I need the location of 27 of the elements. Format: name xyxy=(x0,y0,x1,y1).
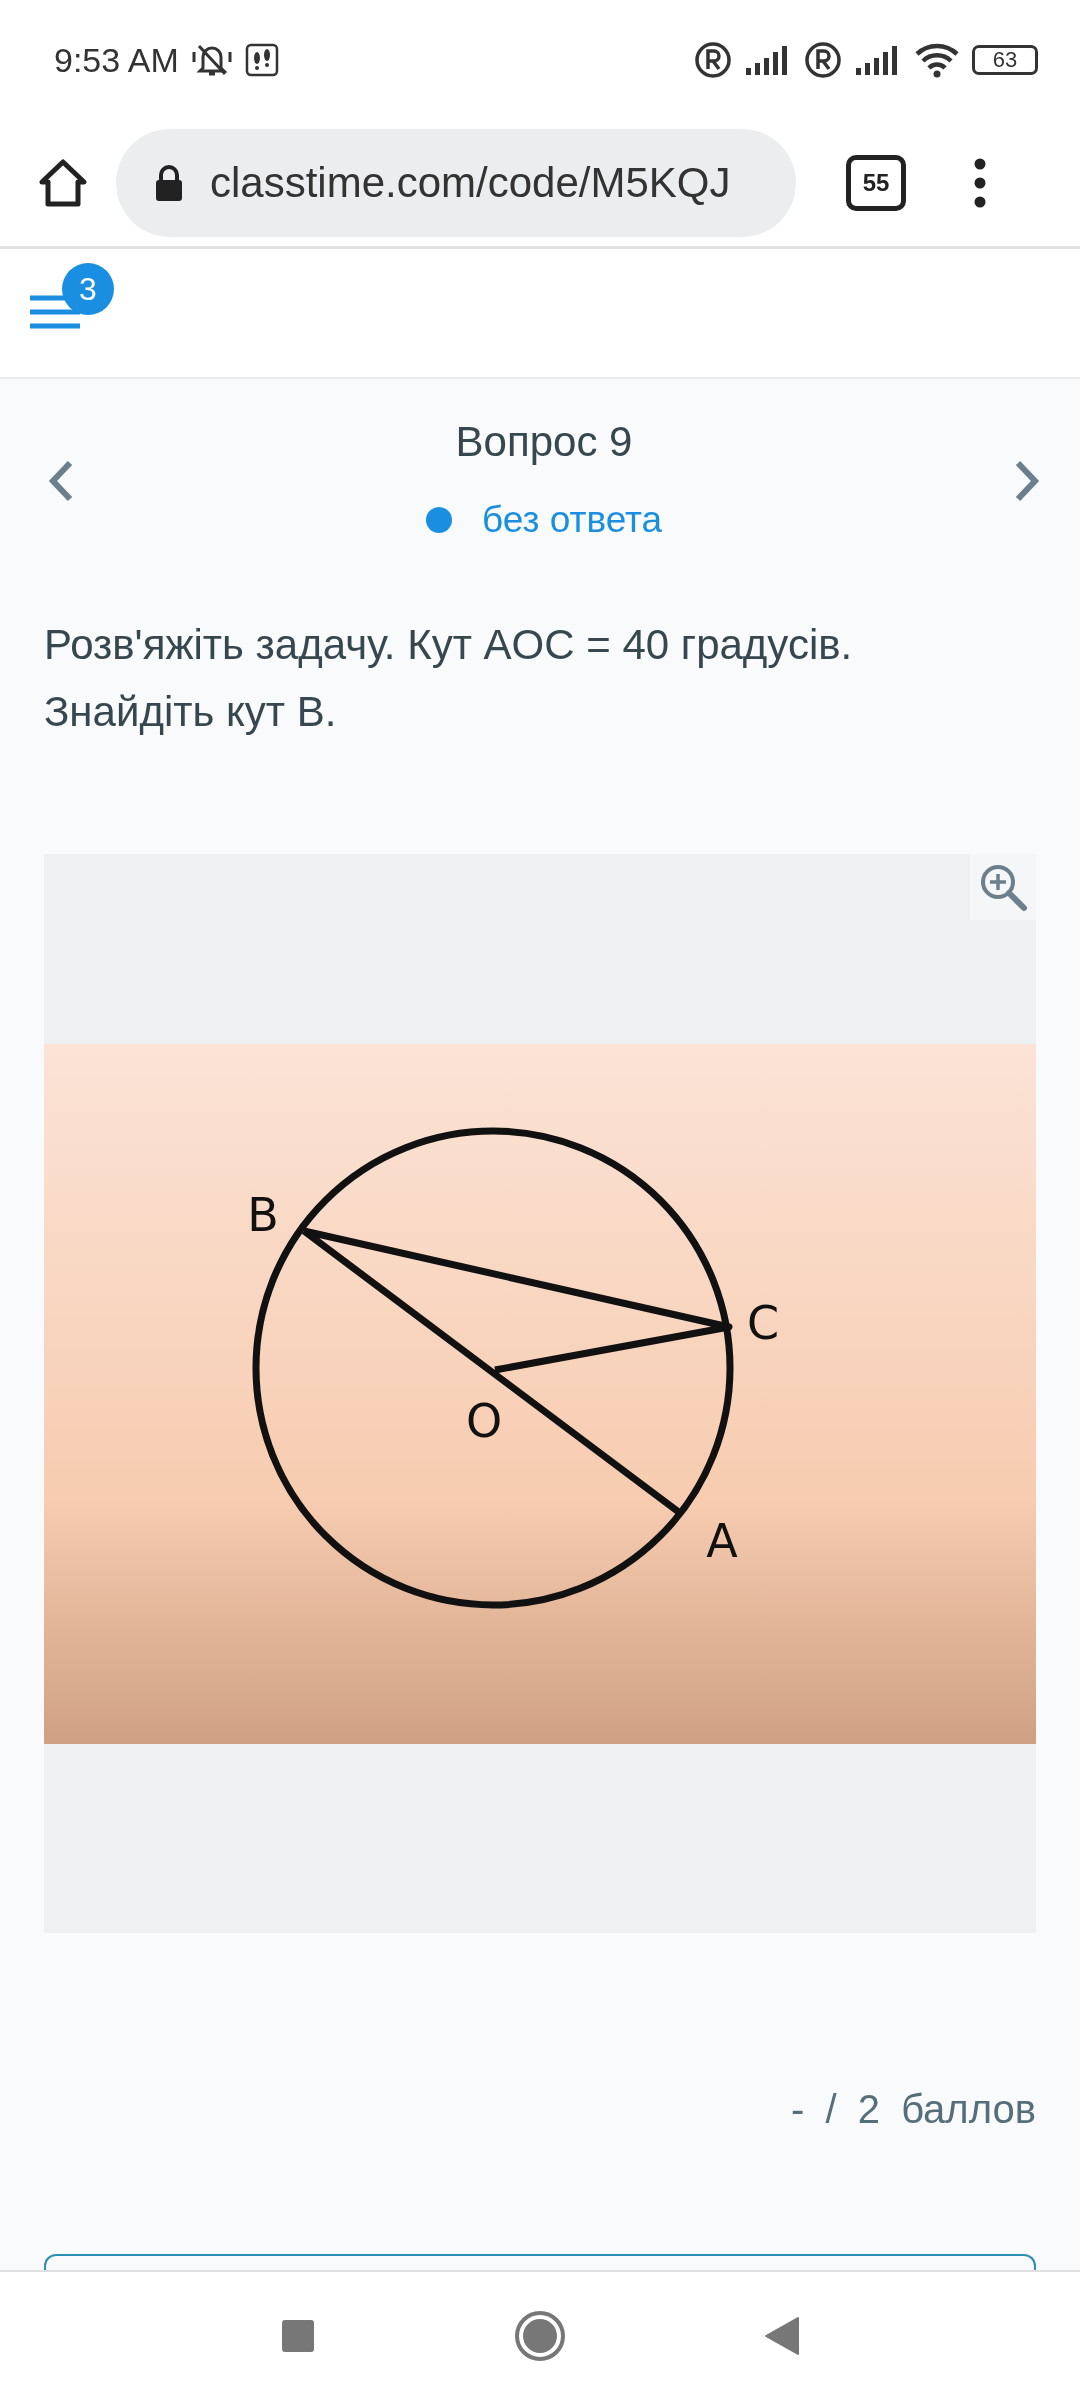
footprints-icon xyxy=(244,43,279,77)
points-score: - / 2 баллов xyxy=(791,2086,1036,2133)
home-icon[interactable] xyxy=(38,158,88,208)
menu-icon[interactable] xyxy=(30,294,80,330)
more-options-icon[interactable] xyxy=(974,158,986,208)
zoom-in-icon xyxy=(978,862,1028,912)
lock-icon xyxy=(154,163,184,203)
question-title: Вопрос 9 xyxy=(455,417,633,467)
answer-status: без ответа xyxy=(481,499,663,541)
roaming-icon xyxy=(804,41,842,79)
battery-level: 63 xyxy=(992,49,1018,71)
point-label: B xyxy=(247,1187,279,1241)
point-label: A xyxy=(706,1513,738,1567)
zoom-in-button[interactable] xyxy=(970,854,1036,920)
wifi-icon xyxy=(914,42,960,78)
recent-apps-button[interactable] xyxy=(281,2319,315,2353)
url-text: classtime.com/code/M5KQJ xyxy=(210,159,731,207)
home-button[interactable] xyxy=(514,2310,566,2362)
clock-time: 9:53 AM xyxy=(54,40,179,80)
roaming-icon xyxy=(694,41,732,79)
address-bar[interactable]: classtime.com/code/M5KQJ xyxy=(116,129,796,237)
back-button[interactable] xyxy=(764,2316,800,2356)
point-label: O xyxy=(465,1393,503,1447)
tab-count-button[interactable]: 55 xyxy=(846,155,906,211)
point-label: C xyxy=(746,1295,780,1349)
notification-badge: 3 xyxy=(62,263,114,315)
question-text: Розв'яжіть задачу. Кут AOC = 40 градусів. Знайдіть кут B. xyxy=(44,620,854,737)
